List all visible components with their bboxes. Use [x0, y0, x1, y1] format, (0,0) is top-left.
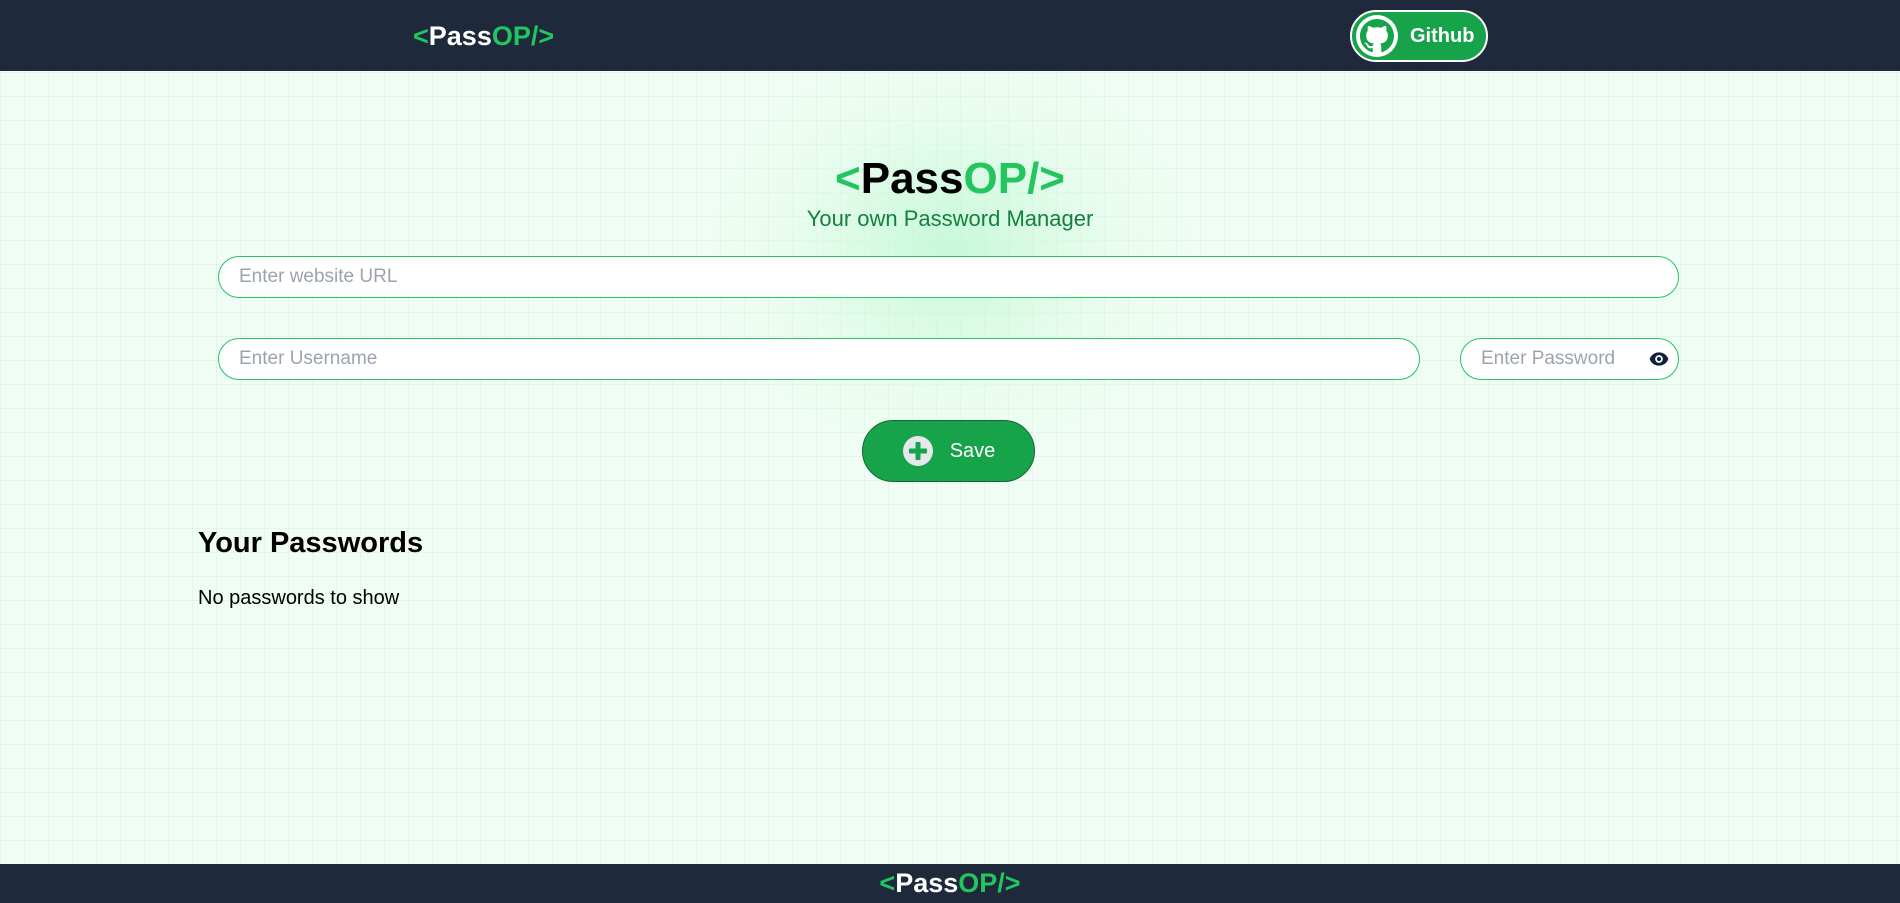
save-label: Save — [949, 439, 996, 462]
plus-circle-icon — [902, 435, 934, 467]
footer: <PassOP/> — [0, 864, 1900, 903]
password-field-wrapper — [1460, 338, 1679, 380]
logo-pass: Pass — [428, 21, 492, 51]
eye-icon[interactable] — [1649, 350, 1669, 368]
tagline: Your own Password Manager — [806, 206, 1094, 231]
footer-logo: <PassOP/> — [879, 868, 1020, 898]
logo-close-bracket: /> — [530, 21, 555, 51]
footer-logo-close-bracket: /> — [997, 868, 1021, 898]
footer-logo-pass: Pass — [895, 868, 959, 898]
footer-logo-open-bracket: < — [879, 868, 896, 898]
username-input[interactable] — [218, 338, 1420, 380]
logo-op: OP — [491, 21, 531, 51]
hero-logo: <PassOP/> — [0, 153, 1900, 205]
footer-logo-op: OP — [958, 868, 998, 898]
github-button[interactable]: Github — [1350, 10, 1488, 62]
hero-logo-op: OP — [963, 154, 1028, 203]
hero-logo-pass: Pass — [860, 154, 964, 203]
hero-logo-open-bracket: < — [835, 154, 861, 203]
empty-passwords-message: No passwords to show — [198, 587, 400, 609]
logo-open-bracket: < — [413, 21, 429, 51]
navbar: <PassOP/> Github — [0, 0, 1900, 71]
hero-logo-close-bracket: /> — [1027, 154, 1065, 203]
website-url-input[interactable] — [218, 256, 1679, 298]
nav-logo[interactable]: <PassOP/> — [413, 20, 554, 52]
github-icon — [1356, 15, 1398, 57]
background-glow — [700, 40, 1200, 460]
passwords-heading: Your Passwords — [198, 527, 424, 559]
github-label: Github — [1410, 24, 1475, 47]
password-input[interactable] — [1460, 338, 1679, 380]
save-button[interactable]: Save — [862, 420, 1035, 482]
